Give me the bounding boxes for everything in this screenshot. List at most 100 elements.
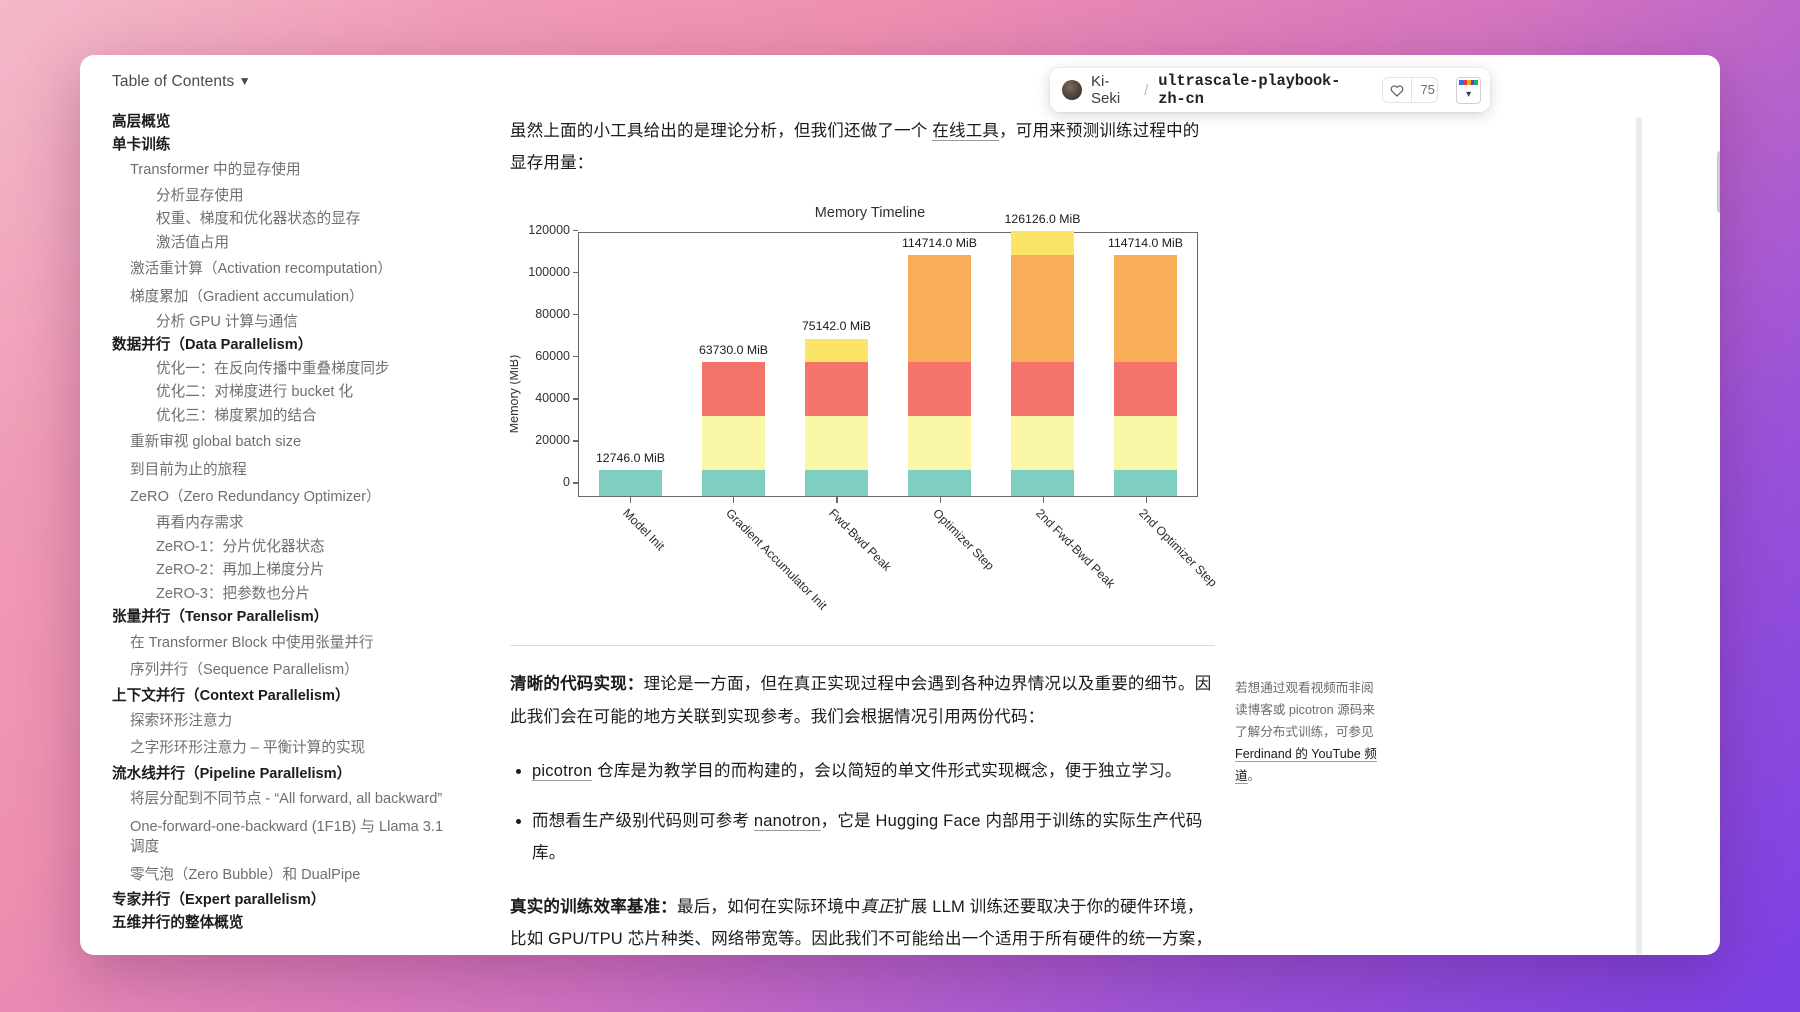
toc-item-28[interactable]: One-forward-one-backward (1F1B) 与 Llama … (130, 813, 448, 861)
bar-1[interactable]: 63730.0 MiB (699, 343, 768, 497)
bar-segment-1 (907, 416, 972, 470)
chevron-down-icon: ▼ (238, 74, 251, 88)
space-owner-label[interactable]: Ki-Seki (1091, 73, 1134, 107)
chart-bars: 12746.0 MiB 63730.0 MiB 75142.0 MiB 114714.… (579, 212, 1197, 497)
toc-item-21[interactable]: 在 Transformer Block 中使用张量并行 (130, 629, 448, 657)
bar-4[interactable]: 126126.0 MiB (1005, 212, 1080, 497)
x-tick-slot-1: Gradient Accumulator Init (681, 497, 830, 613)
scrollbar-thumb[interactable] (1717, 151, 1720, 213)
x-tick-label-0: Model Init (619, 506, 668, 554)
bar-segment-3 (1113, 255, 1178, 363)
space-repo-label[interactable]: ultrascale-playbook-zh-cn (1158, 72, 1364, 108)
toc-item-24[interactable]: 探索环形注意力 (130, 707, 448, 735)
bar-segment-4 (804, 338, 869, 363)
like-count: 75 (1411, 78, 1437, 102)
benchmark-pre-text: 最后，如何在实际环境中 (677, 898, 861, 917)
scrollbar-track[interactable] (1717, 55, 1720, 955)
margin-note-text-before: 若想通过观看视频而非阅读博客或 picotron 源码来了解分布式训练，可参见 (1235, 681, 1375, 740)
nanotron-pre-text: 而想看生产级别代码则可参考 (532, 811, 754, 830)
x-tick-mark-4 (1042, 497, 1045, 504)
bar-5[interactable]: 114714.0 MiB (1108, 236, 1183, 497)
toc-list: 高层概览 单卡训练 Transformer 中的显存使用 分析显存使用 权重、梯度和优化… (112, 111, 448, 935)
bar-slot-3: 114714.0 MiB (888, 233, 991, 497)
toc-item-4[interactable]: 权重、梯度和优化器状态的显存 (156, 208, 448, 232)
toc-item-2[interactable]: Transformer 中的显存使用 (130, 156, 448, 184)
toc-item-30[interactable]: 专家并行（Expert parallelism） (112, 889, 448, 912)
toc-item-15[interactable]: ZeRO（Zero Redundancy Optimizer） (130, 484, 448, 512)
chart-y-axis-label: Memory (MiB) (510, 355, 521, 434)
bar-3[interactable]: 114714.0 MiB (902, 236, 977, 497)
bar-0[interactable]: 12746.0 MiB (596, 451, 665, 497)
x-tick-mark-1 (732, 497, 735, 504)
avatar (1062, 80, 1082, 100)
toc-item-18[interactable]: ZeRO-2：再加上梯度分片 (156, 559, 448, 583)
online-tool-link[interactable]: 在线工具 (932, 122, 1000, 141)
toc-item-3[interactable]: 分析显存使用 (156, 184, 448, 208)
bar-value-label-0: 12746.0 MiB (595, 450, 666, 465)
toc-item-29[interactable]: 零气泡（Zero Bubble）和 DualPipe (130, 862, 448, 890)
like-button[interactable]: 75 (1382, 77, 1439, 103)
x-tick-mark-3 (939, 497, 941, 504)
toc-item-27[interactable]: 将层分配到不同节点 - “All forward, all backward” (130, 785, 448, 813)
toc-item-6[interactable]: 激活重计算（Activation recomputation） (130, 255, 448, 283)
bar-value-label-5: 114714.0 MiB (1107, 236, 1183, 251)
huggingface-space-badge[interactable]: Ki-Seki / ultrascale-playbook-zh-cn 75 ▾ (1050, 68, 1490, 112)
toc-item-16[interactable]: 再看内存需求 (156, 512, 448, 536)
x-tick-label-3: Optimizer Step (929, 506, 997, 574)
margin-note-text-after: 。 (1247, 769, 1261, 784)
open-in-space-icon[interactable]: ▾ (1456, 76, 1481, 104)
heart-icon (1383, 84, 1411, 97)
toc-item-23[interactable]: 上下文并行（Context Parallelism） (112, 685, 448, 708)
toc-item-7[interactable]: 梯度累加（Gradient accumulation） (130, 283, 448, 311)
toc-item-26[interactable]: 流水线并行（Pipeline Parallelism） (112, 763, 448, 786)
x-tick-slot-5: 2nd Optimizer Step (1095, 497, 1220, 607)
picotron-description: 仓库是为教学目的而构建的，会以简短的单文件形式实现概念，便于独立学习。 (592, 761, 1182, 780)
bar-segment-0 (701, 469, 766, 497)
y-tick-1: 20000 (535, 433, 578, 448)
benchmark-emphasis: 真正 (860, 898, 895, 917)
toc-item-8[interactable]: 分析 GPU 计算与通信 (156, 311, 448, 335)
bar-segment-0 (907, 469, 972, 497)
toc-toggle[interactable]: Table of Contents ▼ (112, 73, 448, 91)
bar-slot-5: 114714.0 MiB (1094, 233, 1197, 497)
nanotron-link[interactable]: nanotron (753, 811, 821, 831)
toc-item-13[interactable]: 重新审视 global batch size (130, 428, 448, 456)
bar-value-label-3: 114714.0 MiB (901, 236, 977, 251)
bar-segment-1 (701, 416, 766, 470)
x-tick-mark-0 (629, 497, 631, 504)
picotron-link[interactable]: picotron (532, 761, 593, 781)
toc-item-1[interactable]: 单卡训练 (112, 134, 448, 157)
toc-item-25[interactable]: 之字形环形注意力 – 平衡计算的实现 (130, 735, 448, 763)
toc-item-19[interactable]: ZeRO-3：把参数也分片 (156, 583, 448, 607)
toc-item-22[interactable]: 序列并行（Sequence Parallelism） (130, 657, 448, 685)
toc-item-31[interactable]: 五维并行的整体概览 (112, 912, 448, 935)
toc-item-14[interactable]: 到目前为止的旅程 (130, 456, 448, 484)
bar-segment-2 (1010, 362, 1075, 417)
bar-value-label-1: 63730.0 MiB (698, 343, 769, 358)
x-tick-slot-4: 2nd Fwd-Bwd Peak (991, 497, 1118, 607)
bar-segment-1 (1113, 416, 1178, 470)
space-color-stripe (1459, 79, 1479, 85)
toc-item-10[interactable]: 优化一：在反向传播中重叠梯度同步 (156, 357, 448, 381)
toc-item-17[interactable]: ZeRO-1：分片优化器状态 (156, 535, 448, 559)
toc-item-9[interactable]: 数据并行（Data Parallelism） (112, 334, 448, 357)
y-tick-5: 100000 (528, 265, 578, 280)
bar-segment-0 (598, 469, 663, 497)
list-item: picotron 仓库是为教学目的而构建的，会以简短的单文件形式实现概念，便于独… (532, 755, 1215, 787)
bar-2[interactable]: 75142.0 MiB (802, 319, 871, 497)
chart-title: Memory Timeline (814, 205, 926, 222)
toc-item-12[interactable]: 优化三：梯度累加的结合 (156, 405, 448, 429)
y-tick-4: 80000 (535, 307, 578, 322)
bar-slot-2: 75142.0 MiB (785, 233, 888, 497)
toc-item-11[interactable]: 优化二：对梯度进行 bucket 化 (156, 381, 448, 405)
bar-value-label-4: 126126.0 MiB (1004, 212, 1081, 227)
toc-item-5[interactable]: 激活值占用 (156, 232, 448, 256)
y-tick-6: 120000 (528, 223, 578, 238)
bar-segment-3 (1010, 255, 1075, 363)
bar-slot-4: 126126.0 MiB (991, 212, 1094, 497)
bar-segment-2 (804, 362, 869, 417)
bar-segment-4 (1010, 231, 1075, 256)
x-tick-mark-5 (1146, 497, 1148, 504)
toc-item-20[interactable]: 张量并行（Tensor Parallelism） (112, 606, 448, 629)
toc-item-0[interactable]: 高层概览 (112, 111, 448, 134)
